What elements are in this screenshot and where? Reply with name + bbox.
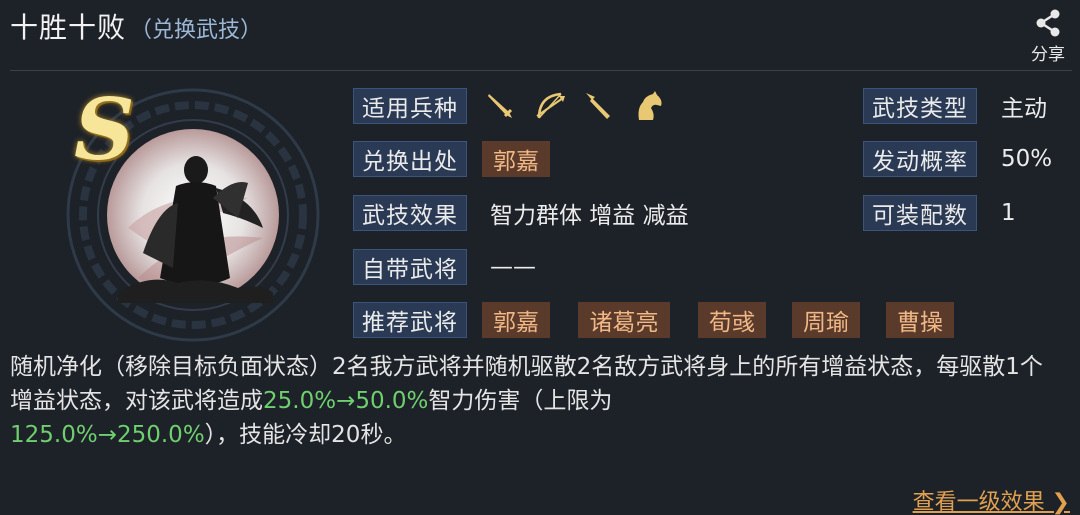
label-skill-type: 武技类型 <box>863 88 977 124</box>
recommended-general-tag[interactable]: 诸葛亮 <box>578 302 670 338</box>
skill-portrait: S <box>48 78 348 346</box>
view-level-one-effect-link[interactable]: 查看一级效果 ❯ <box>913 484 1070 515</box>
cap-highlight: 125.0%→250.0% <box>10 422 205 448</box>
header: 十胜十败 （兑换武技） 分享 <box>0 0 1080 65</box>
unit-type-icons <box>485 88 665 124</box>
skill-subtitle: （兑换武技） <box>130 18 263 43</box>
skill-title: 十胜十败 <box>10 11 127 44</box>
label-effect: 武技效果 <box>353 195 467 231</box>
skill-type-value: 主动 <box>1001 96 1047 122</box>
share-label: 分享 <box>1031 45 1065 65</box>
share-icon <box>1036 9 1060 37</box>
skill-description: 随机净化（移除目标负面状态）2名我方武将并随机驱散2名敌方武将身上的所有增益状态… <box>10 350 1050 452</box>
bow-icon <box>536 92 565 119</box>
share-button[interactable]: 分享 <box>1024 8 1072 65</box>
label-trigger-rate: 发动概率 <box>863 141 977 177</box>
label-own-general: 自带武将 <box>353 249 467 285</box>
own-general-value: —— <box>490 254 536 280</box>
equip-count-value: 1 <box>1001 200 1016 226</box>
label-source: 兑换出处 <box>353 141 467 177</box>
trigger-rate-value: 50% <box>1001 146 1053 172</box>
recommended-general-tag[interactable]: 曹操 <box>886 302 954 338</box>
header-divider <box>10 70 1072 71</box>
sword-icon <box>488 94 513 118</box>
effect-value: 智力群体 增益 减益 <box>490 203 689 229</box>
recommended-general-tag[interactable]: 周瑜 <box>792 302 860 338</box>
damage-highlight: 25.0%→50.0% <box>263 388 429 414</box>
recommended-general-tag[interactable]: 荀彧 <box>698 302 766 338</box>
description-text: 智力伤害（上限为 <box>428 388 613 414</box>
source-general-tag[interactable]: 郭嘉 <box>482 141 550 177</box>
recommended-general-tag[interactable]: 郭嘉 <box>482 302 550 338</box>
horse-icon <box>638 91 662 120</box>
description-text: ），技能冷却20秒。 <box>204 422 407 448</box>
label-equip-count: 可装配数 <box>863 195 977 231</box>
label-recommended: 推荐武将 <box>353 302 467 338</box>
spear-icon <box>586 93 610 119</box>
skill-grade-badge: S <box>74 80 135 179</box>
label-unit-types: 适用兵种 <box>353 88 467 124</box>
